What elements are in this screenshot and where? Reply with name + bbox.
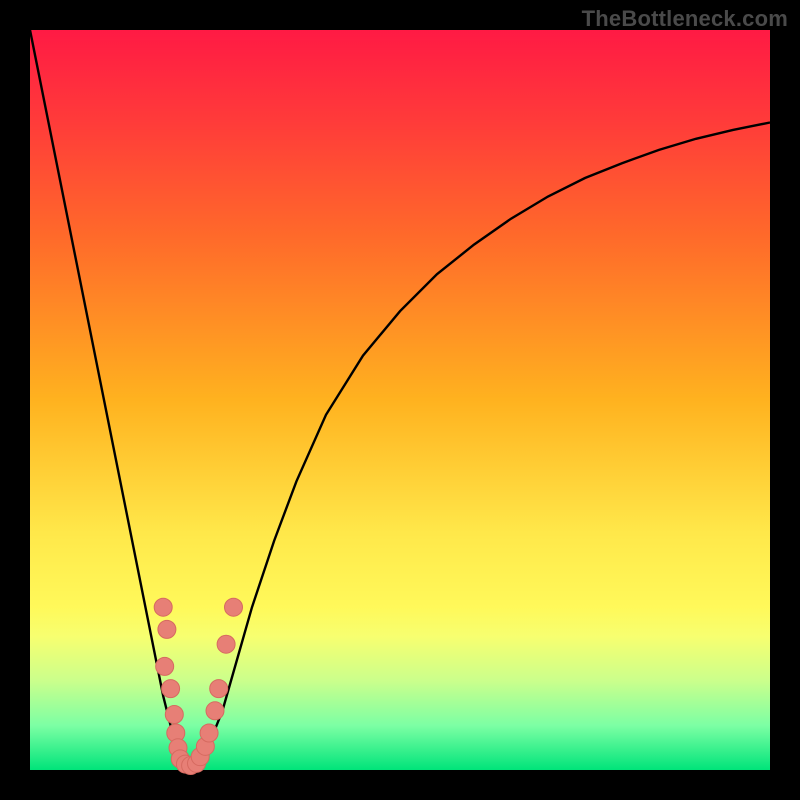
data-marker xyxy=(206,702,224,720)
data-marker xyxy=(225,598,243,616)
bottleneck-curve xyxy=(30,30,770,770)
data-marker xyxy=(154,598,172,616)
data-marker xyxy=(162,680,180,698)
curve-layer xyxy=(30,30,770,770)
data-marker xyxy=(158,620,176,638)
watermark-text: TheBottleneck.com xyxy=(582,6,788,32)
data-marker xyxy=(200,724,218,742)
chart-frame: TheBottleneck.com xyxy=(0,0,800,800)
data-marker xyxy=(217,635,235,653)
data-marker xyxy=(210,680,228,698)
data-marker xyxy=(156,657,174,675)
data-marker xyxy=(165,706,183,724)
plot-area xyxy=(30,30,770,770)
